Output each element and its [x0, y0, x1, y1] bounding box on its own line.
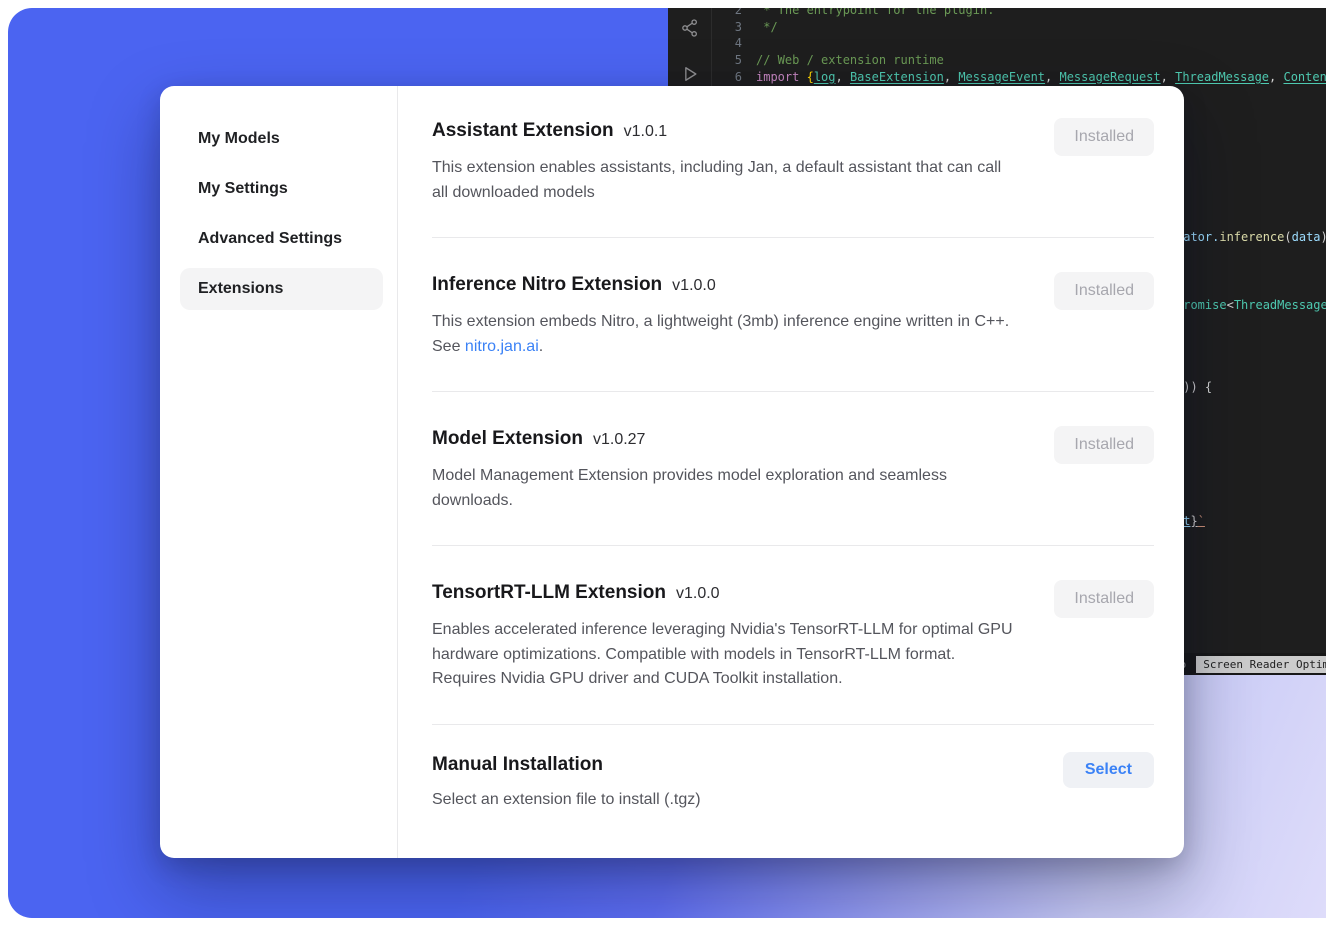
- link-suffix: .: [539, 338, 543, 355]
- code-fragment: rator.inference(data));: [1176, 230, 1326, 244]
- settings-sidebar: My Models My Settings Advanced Settings …: [160, 86, 398, 858]
- extension-title: Model Extension: [432, 426, 583, 452]
- line-number: 4: [712, 36, 742, 50]
- extension-version: v1.0.0: [672, 277, 716, 295]
- line-number: 5: [712, 53, 742, 67]
- manual-installation-block: Manual Installation Select an extension …: [432, 725, 1154, 813]
- extension-version: v1.0.27: [593, 431, 645, 449]
- extension-block-nitro: Inference Nitro Extension v1.0.0 This ex…: [432, 238, 1154, 392]
- sidebar-item-my-models[interactable]: My Models: [180, 118, 383, 160]
- extension-block-model: Model Extension v1.0.27 Model Management…: [432, 392, 1154, 546]
- line-number: 3: [712, 20, 742, 34]
- extension-version: v1.0.0: [676, 585, 720, 603]
- code-line: 6import {log, BaseExtension, MessageEven…: [712, 68, 1326, 85]
- code-line: 5// Web / extension runtime: [712, 52, 1326, 69]
- extension-version: v1.0.1: [624, 123, 668, 141]
- line-number: 2: [712, 8, 742, 17]
- installed-button[interactable]: Installed: [1054, 426, 1154, 464]
- extension-description: This extension embeds Nitro, a lightweig…: [432, 310, 1014, 359]
- manual-installation-description: Select an extension file to install (.tg…: [432, 788, 701, 813]
- code-line: 2 * The entrypoint for the plugin.: [712, 8, 1326, 19]
- extension-description: This extension enables assistants, inclu…: [432, 156, 1014, 205]
- installed-button[interactable]: Installed: [1054, 272, 1154, 310]
- extension-description: Model Management Extension provides mode…: [432, 464, 1014, 513]
- sidebar-item-my-settings[interactable]: My Settings: [180, 168, 383, 210]
- screen-reader-optimized-badge[interactable]: Screen Reader Optimized: [1196, 656, 1326, 673]
- extension-description: Enables accelerated inference leveraging…: [432, 618, 1014, 692]
- extension-title: Assistant Extension: [432, 118, 614, 144]
- installed-button[interactable]: Installed: [1054, 118, 1154, 156]
- sidebar-item-advanced-settings[interactable]: Advanced Settings: [180, 218, 383, 260]
- settings-modal: My Models My Settings Advanced Settings …: [160, 86, 1184, 858]
- code-area: 2 * The entrypoint for the plugin.3 */4 5…: [712, 8, 1326, 85]
- code-line: 4: [712, 35, 1326, 52]
- screen: 2 * The entrypoint for the plugin.3 */4 5…: [0, 0, 1326, 926]
- sidebar-item-extensions[interactable]: Extensions: [180, 268, 383, 310]
- extensions-panel: Assistant Extension v1.0.1 This extensio…: [398, 86, 1184, 858]
- code-fragment: Promise<ThreadMessage>: [1176, 298, 1326, 312]
- background-gradient-panel: 2 * The entrypoint for the plugin.3 */4 5…: [8, 8, 1326, 918]
- extension-block-tensorrt: TensortRT-LLM Extension v1.0.0 Enables a…: [432, 546, 1154, 725]
- select-file-button[interactable]: Select: [1063, 752, 1154, 788]
- extension-title: TensortRT-LLM Extension: [432, 580, 666, 606]
- nitro-jan-ai-link[interactable]: nitro.jan.ai: [465, 338, 539, 355]
- run-debug-icon[interactable]: [678, 62, 702, 86]
- extension-title: Inference Nitro Extension: [432, 272, 662, 298]
- extension-block-assistant: Assistant Extension v1.0.1 This extensio…: [432, 118, 1154, 238]
- line-number: 6: [712, 70, 742, 84]
- manual-installation-title: Manual Installation: [432, 752, 603, 778]
- code-line: 3 */: [712, 19, 1326, 36]
- source-control-icon[interactable]: [678, 16, 702, 40]
- installed-button[interactable]: Installed: [1054, 580, 1154, 618]
